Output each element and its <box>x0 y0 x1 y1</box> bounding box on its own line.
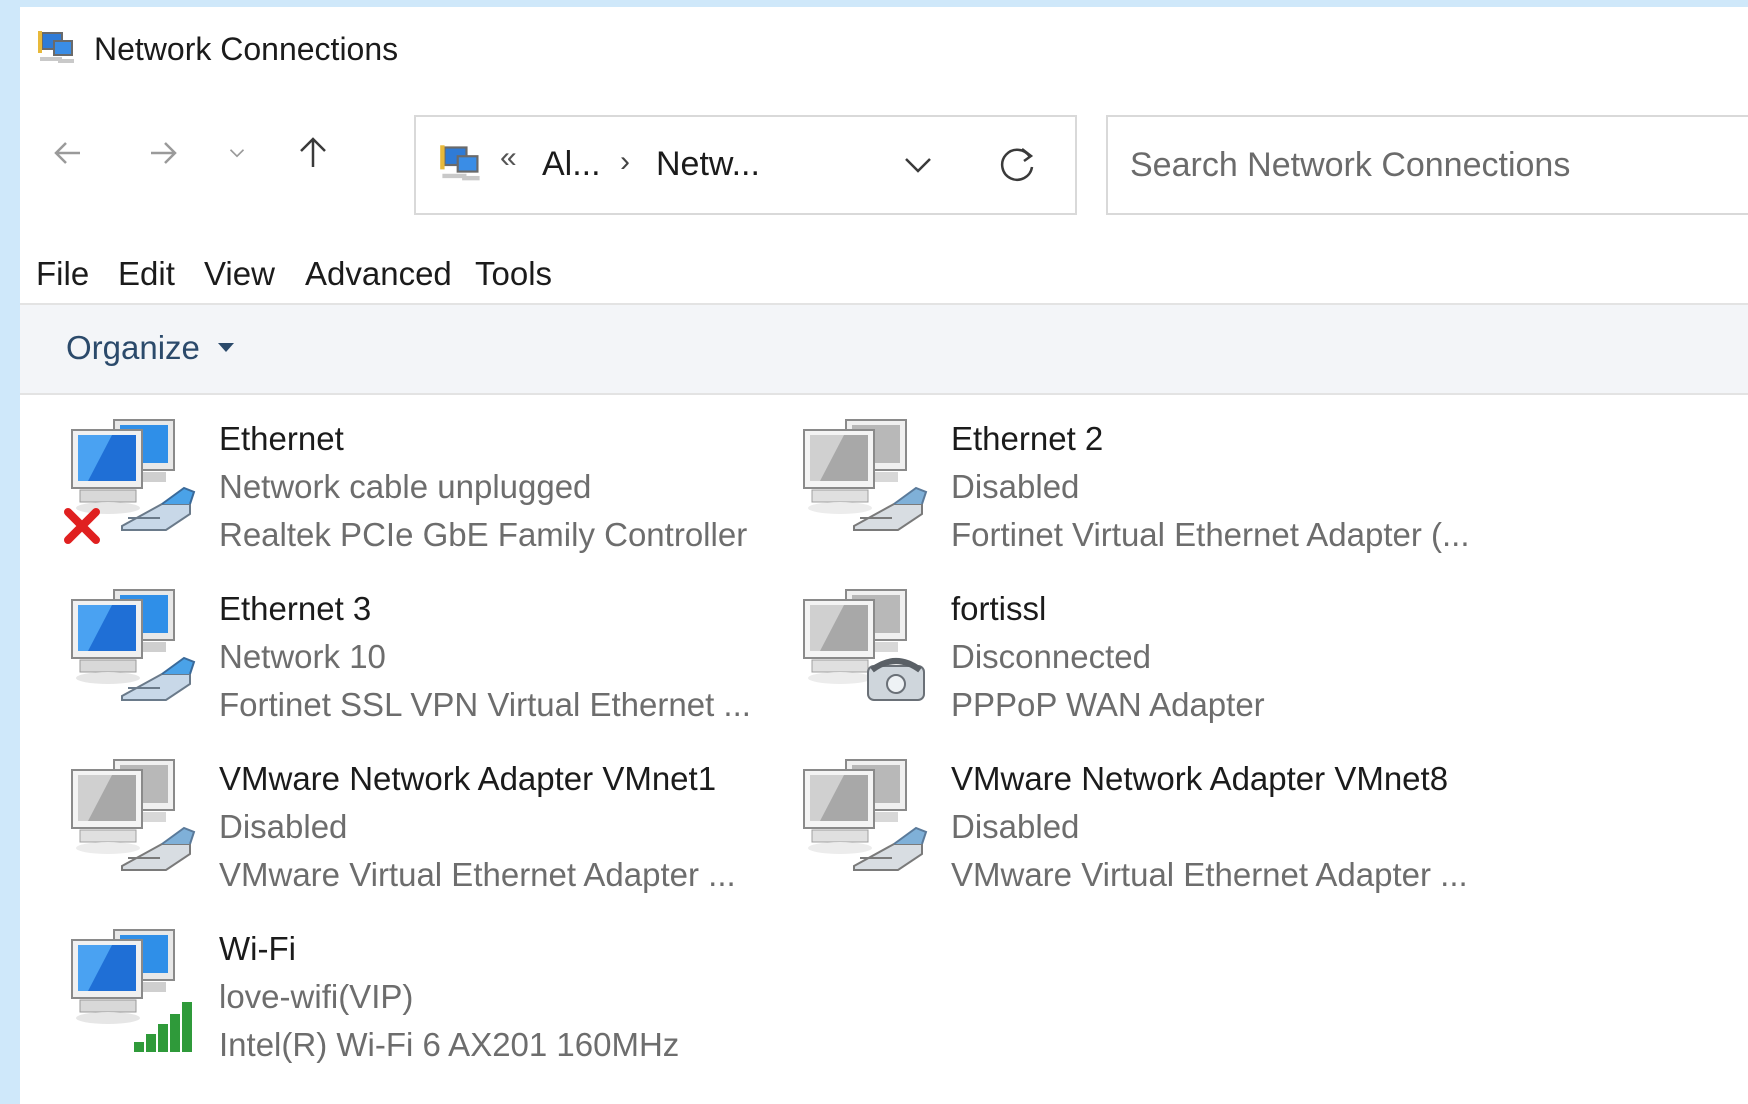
back-button[interactable] <box>40 125 96 181</box>
breadcrumb-overflow-button[interactable]: « <box>500 141 517 175</box>
connection-status: Disabled <box>219 808 348 845</box>
connection-name: Ethernet 2 <box>951 420 1104 457</box>
network-connections-icon <box>440 145 480 181</box>
ethernet-disabled-icon <box>62 748 202 888</box>
search-input[interactable] <box>1128 141 1748 189</box>
connection-status: love-wifi(VIP) <box>219 978 414 1015</box>
connection-name: fortissl <box>951 590 1047 627</box>
network-connections-icon <box>38 31 74 63</box>
connection-name: Ethernet <box>219 420 344 457</box>
menu-edit[interactable]: Edit <box>118 255 175 293</box>
ethernet-connected-icon <box>62 578 202 718</box>
title-bar: Network Connections <box>20 7 1748 97</box>
connection-status: Disconnected <box>951 638 1151 675</box>
connection-device: Intel(R) Wi-Fi 6 AX201 160MHz <box>219 1026 680 1063</box>
connection-device: Fortinet SSL VPN Virtual Ethernet ... <box>219 686 751 723</box>
arrow-right-icon <box>151 142 177 164</box>
connection-status: Disabled <box>951 808 1080 845</box>
menu-bar: File Edit View Advanced Tools <box>20 247 1748 297</box>
connection-name: VMware Network Adapter VMnet8 <box>951 760 1449 797</box>
refresh-icon[interactable] <box>994 141 1040 187</box>
connection-status: Network cable unplugged <box>219 468 592 505</box>
connection-name: Wi-Fi <box>219 930 296 967</box>
command-bar: Organize <box>20 303 1748 395</box>
menu-tools[interactable]: Tools <box>475 255 552 293</box>
ethernet-disabled-icon <box>794 748 934 888</box>
connection-status: Disabled <box>951 468 1080 505</box>
search-box[interactable] <box>1106 115 1748 215</box>
connection-device: VMware Virtual Ethernet Adapter ... <box>951 856 1468 893</box>
menu-view[interactable]: View <box>204 255 275 293</box>
connection-item[interactable]: Ethernet 2 Disabled Fortinet Virtual Ether… <box>794 408 1514 558</box>
wifi-connected-icon <box>62 918 202 1058</box>
caret-down-icon[interactable] <box>218 343 234 352</box>
connection-item[interactable]: fortissl Disconnected PPPoP WAN Adapter <box>794 578 1514 728</box>
ethernet-unplugged-icon <box>62 408 202 548</box>
chevron-down-icon <box>229 149 245 158</box>
connection-item[interactable]: Ethernet Network cable unplugged Realtek P… <box>62 408 782 558</box>
connection-name: VMware Network Adapter VMnet1 <box>219 760 717 797</box>
arrow-left-icon <box>54 142 80 164</box>
network-connections-window: Network Connections « Al... › Netw... Fi… <box>20 7 1748 1104</box>
recent-locations-button[interactable] <box>212 125 262 181</box>
connection-device: Realtek PCIe GbE Family Controller <box>219 516 748 553</box>
address-dropdown-icon[interactable] <box>898 145 938 185</box>
up-button[interactable] <box>285 125 341 181</box>
menu-advanced[interactable]: Advanced <box>305 255 452 293</box>
connection-status: Network 10 <box>219 638 386 675</box>
connection-device: Fortinet Virtual Ethernet Adapter (... <box>951 516 1470 553</box>
breadcrumb-network-connections[interactable]: Netw... <box>656 145 760 184</box>
connection-item[interactable]: VMware Network Adapter VMnet1 Disabled VMw… <box>62 748 782 898</box>
organize-button[interactable]: Organize <box>66 329 200 367</box>
forward-button[interactable] <box>135 125 191 181</box>
arrow-up-icon <box>300 137 326 167</box>
connection-item[interactable]: VMware Network Adapter VMnet8 Disabled VMw… <box>794 748 1514 898</box>
connection-device: PPPoP WAN Adapter <box>951 686 1265 723</box>
address-bar[interactable]: « Al... › Netw... <box>414 115 1077 215</box>
connection-device: VMware Virtual Ethernet Adapter ... <box>219 856 736 893</box>
dialup-disconnected-icon <box>794 578 934 718</box>
connection-name: Ethernet 3 <box>219 590 372 627</box>
ethernet-disabled-icon <box>794 408 934 548</box>
menu-file[interactable]: File <box>36 255 89 293</box>
window-title: Network Connections <box>94 31 399 67</box>
breadcrumb-all-control-panel-items[interactable]: Al... <box>542 145 601 184</box>
connection-item[interactable]: Wi-Fi love-wifi(VIP) Intel(R) Wi-Fi 6 AX20… <box>62 918 782 1068</box>
breadcrumb-separator[interactable]: › <box>620 145 630 179</box>
connection-item[interactable]: Ethernet 3 Network 10 Fortinet SSL VPN Vir… <box>62 578 782 728</box>
